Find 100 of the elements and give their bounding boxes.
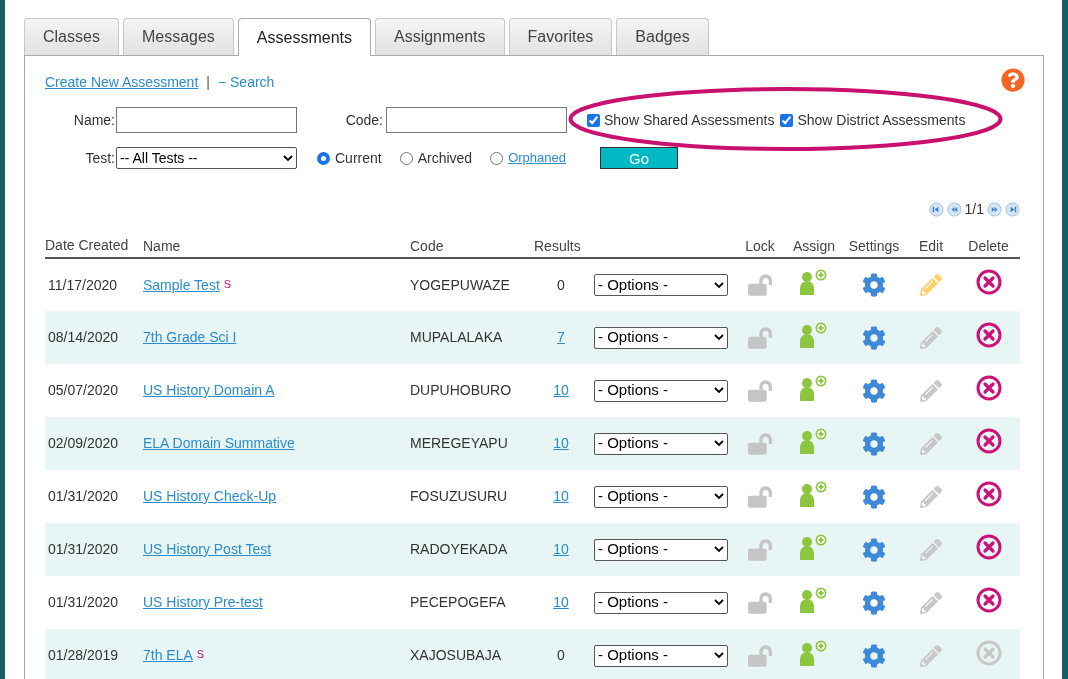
test-dropdown[interactable]: -- All Tests -- (116, 147, 297, 169)
settings-icon[interactable] (862, 325, 886, 350)
code-cell: YOGEPUWAZE (410, 276, 510, 293)
lock-icon[interactable] (748, 378, 772, 403)
delete-icon[interactable] (975, 533, 1002, 560)
date-cell: 02/09/2020 (48, 435, 119, 451)
results-link[interactable]: 10 (553, 541, 569, 557)
radio-label: Archived (417, 148, 473, 168)
checkbox[interactable] (587, 113, 600, 127)
chevron-down-icon (714, 493, 724, 500)
options-dropdown[interactable]: - Options - (594, 591, 728, 614)
column-header: Edit (918, 237, 944, 254)
pencil-icon[interactable] (920, 485, 942, 508)
pencil-icon[interactable] (920, 591, 942, 614)
previous-page-icon[interactable] (946, 202, 962, 217)
code-cell: MEREGEYAPU (410, 435, 508, 451)
results-link[interactable]: 10 (553, 382, 569, 398)
options-dropdown[interactable]: - Options - (594, 432, 728, 455)
results-link[interactable]: 10 (553, 488, 569, 504)
separator: | (206, 73, 210, 92)
column-header: Results (534, 237, 581, 254)
page-indicator: 1/1 (964, 200, 984, 219)
first-page-icon[interactable] (928, 202, 944, 217)
delete-icon[interactable] (975, 586, 1002, 613)
chevron-down-icon (714, 599, 724, 606)
help-icon[interactable] (1001, 68, 1025, 92)
delete-icon[interactable] (975, 480, 1002, 507)
results-link[interactable]: 7 (557, 329, 565, 345)
options-dropdown[interactable]: - Options - (594, 538, 728, 561)
assessment-link[interactable]: US History Domain A (143, 382, 275, 398)
options-dropdown[interactable]: - Options - (594, 485, 728, 508)
date-cell: 08/14/2020 (48, 329, 119, 345)
tab[interactable]: Badges (616, 18, 709, 55)
tab[interactable]: Messages (122, 18, 234, 55)
code-cell: RADOYEKADA (410, 541, 508, 557)
settings-icon[interactable] (862, 273, 886, 297)
column-header: Name (143, 237, 181, 254)
column-header: Code (410, 237, 444, 254)
delete-icon[interactable] (975, 427, 1002, 454)
name-field[interactable] (116, 107, 297, 133)
last-page-icon[interactable] (1005, 202, 1020, 217)
tab[interactable]: Favorites (508, 18, 613, 55)
chevron-down-icon (714, 546, 724, 553)
radio-label: Current (335, 148, 382, 168)
chevron-down-icon (714, 281, 724, 289)
column-header: Assign (793, 237, 835, 254)
results-link[interactable]: 10 (553, 435, 569, 451)
next-page-icon[interactable] (987, 202, 1002, 217)
assessment-link[interactable]: ELA Domain Summative (143, 435, 295, 451)
tab[interactable]: Classes (24, 18, 119, 55)
delete-icon[interactable] (975, 374, 1002, 401)
checkbox-label: Show District Assessments (797, 110, 966, 130)
settings-icon[interactable] (862, 484, 886, 509)
go-button[interactable]: Go (600, 147, 678, 169)
lock-icon[interactable] (748, 273, 772, 297)
name-label: Name: (72, 110, 115, 130)
code-cell: FOSUZUSURU (410, 488, 508, 504)
chevron-down-icon (714, 334, 724, 341)
results-cell: 0 (557, 276, 565, 293)
tab[interactable]: Assessments (237, 18, 371, 56)
settings-icon[interactable] (862, 431, 886, 456)
settings-icon[interactable] (862, 378, 886, 403)
settings-icon[interactable] (862, 537, 886, 562)
options-dropdown[interactable]: - Options - (594, 644, 728, 667)
search-link[interactable]: − Search (217, 72, 275, 93)
delete-icon[interactable] (975, 321, 1002, 348)
options-dropdown[interactable]: - Options - (594, 274, 728, 296)
options-dropdown[interactable]: - Options - (594, 379, 728, 402)
chevron-down-icon (714, 440, 724, 447)
shared-mark: S (223, 277, 232, 290)
results-link[interactable]: 10 (553, 594, 569, 610)
lock-icon[interactable] (748, 590, 772, 615)
radio-button[interactable] (490, 151, 504, 165)
pencil-icon[interactable] (920, 379, 942, 402)
assessment-link[interactable]: 7th Grade Sci I (143, 329, 237, 345)
options-dropdown[interactable]: - Options - (594, 326, 728, 349)
create-link[interactable]: Create New Assessment (45, 72, 199, 93)
settings-icon[interactable] (862, 643, 886, 668)
radio-link[interactable]: Orphaned (508, 148, 566, 168)
column-header: Delete (968, 237, 1009, 254)
code-field[interactable] (386, 107, 567, 133)
radio-button[interactable] (399, 151, 413, 165)
checkbox[interactable] (780, 113, 794, 127)
column-header: Settings (848, 237, 900, 254)
assessment-link[interactable]: 7th ELA (143, 647, 193, 663)
chevron-down-icon (714, 387, 724, 394)
lock-icon[interactable] (748, 484, 772, 509)
date-cell: 01/31/2020 (48, 594, 119, 610)
chevron-down-icon (283, 154, 293, 162)
date-cell: 05/07/2020 (48, 382, 119, 398)
assessment-link[interactable]: US History Pre-test (143, 594, 263, 610)
assessment-link[interactable]: US History Post Test (143, 541, 272, 557)
settings-icon[interactable] (862, 590, 886, 615)
date-cell: 11/17/2020 (48, 276, 118, 293)
delete-icon[interactable] (975, 269, 1002, 295)
assessment-link[interactable]: Sample Test (143, 276, 220, 293)
tab[interactable]: Assignments (374, 18, 505, 55)
column-header: Lock (745, 237, 775, 254)
radio-button[interactable] (317, 151, 330, 165)
assessment-link[interactable]: US History Check-Up (143, 488, 277, 504)
